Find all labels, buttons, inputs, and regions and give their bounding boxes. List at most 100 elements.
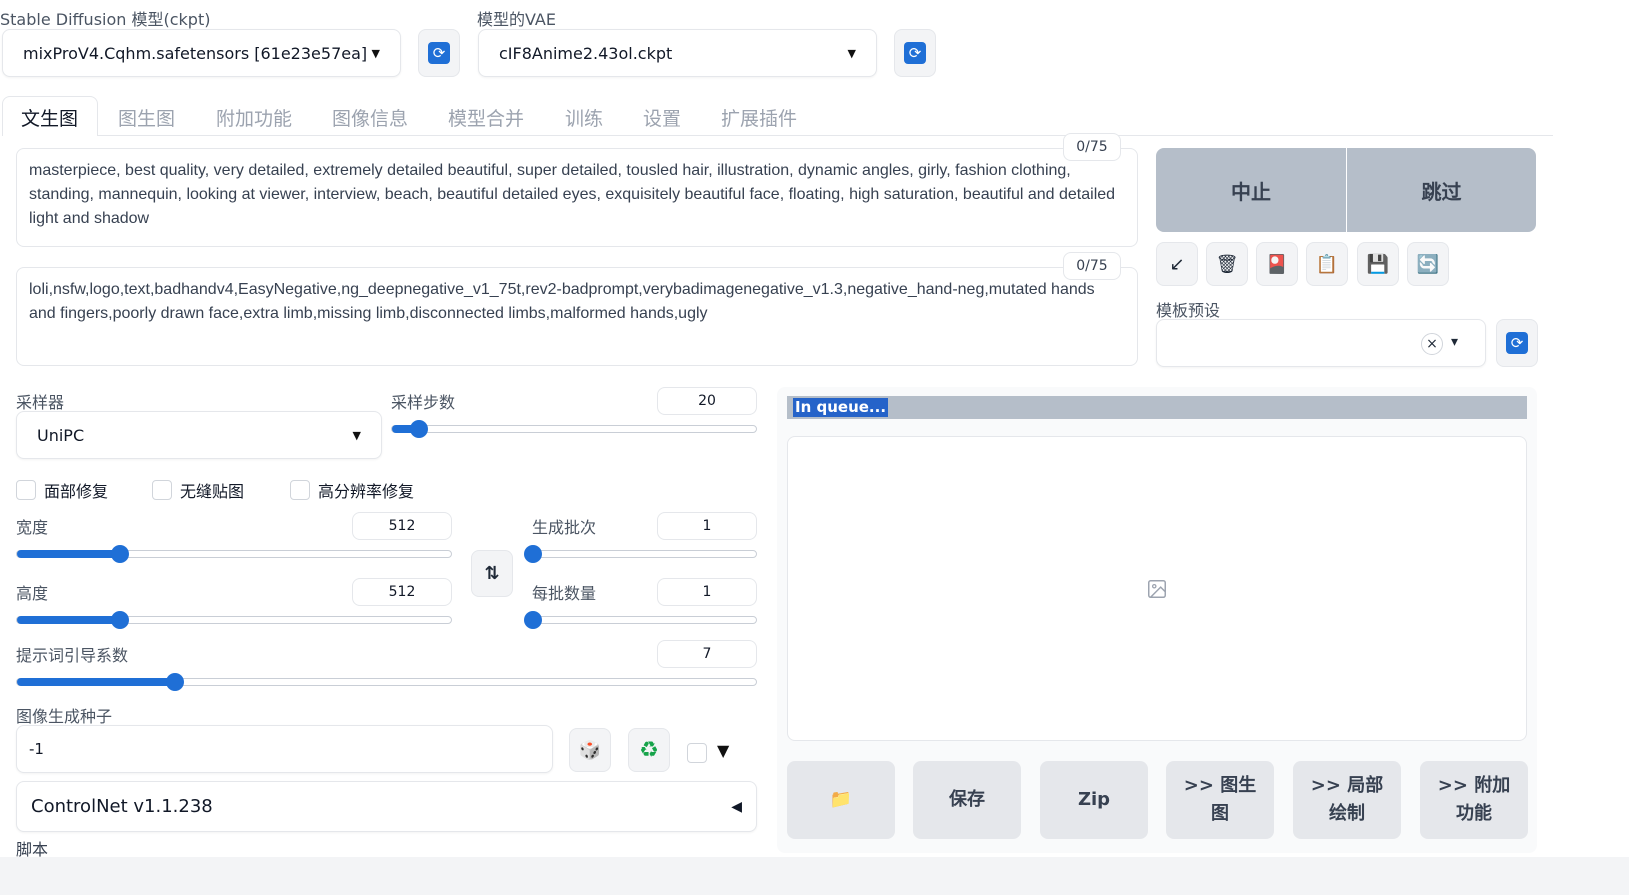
extra-seed-checkbox[interactable] <box>687 743 707 763</box>
tab-extensions[interactable]: 扩展插件 <box>721 104 797 131</box>
send-to-inpaint-button[interactable]: >> 局部绘制 <box>1293 761 1401 839</box>
chevron-down-icon: ▾ <box>1451 334 1459 350</box>
batch-count-label: 生成批次 <box>532 518 597 537</box>
refresh-icon: ⟳ <box>428 42 450 64</box>
checkbox-label: 无缝贴图 <box>180 482 245 501</box>
steps-slider[interactable] <box>391 420 757 438</box>
chevron-down-icon: ▼ <box>371 46 380 60</box>
checkbox[interactable] <box>152 480 172 500</box>
batch-size-slider[interactable] <box>524 611 757 629</box>
sync-button[interactable]: 🔄 <box>1407 242 1449 286</box>
negative-prompt-token-counter: 0/75 <box>1063 252 1121 280</box>
tab-img2img[interactable]: 图生图 <box>118 104 175 131</box>
vae-dropdown[interactable]: cIF8Anime2.43ol.ckpt ▼ <box>478 29 877 77</box>
page-footer-area <box>0 857 1629 895</box>
recycle-icon: ♻ <box>639 737 659 763</box>
save-button[interactable]: 保存 <box>913 761 1021 839</box>
progress-bar: In queue... <box>787 396 1527 419</box>
tab-merge[interactable]: 模型合并 <box>448 104 524 131</box>
read-params-button[interactable]: ↙ <box>1156 242 1198 286</box>
tab-train[interactable]: 训练 <box>565 104 603 131</box>
sync-icon: 🔄 <box>1416 253 1440 275</box>
restore-faces-checkbox[interactable]: 面部修复 <box>16 478 108 502</box>
prompt-input[interactable]: masterpiece, best quality, very detailed… <box>16 148 1138 247</box>
interrupt-button[interactable]: 中止 <box>1156 148 1346 232</box>
cfg-input[interactable]: 7 <box>657 640 757 668</box>
styles-label: 模板预设 <box>1156 301 1221 320</box>
random-seed-button[interactable]: 🎲 <box>569 728 611 772</box>
swap-dimensions-button[interactable]: ⇅ <box>471 550 513 597</box>
save-style-button[interactable]: 💾 <box>1357 242 1399 286</box>
clear-icon[interactable]: × <box>1421 333 1443 355</box>
negative-prompt-input[interactable]: loli,nsfw,logo,text,badhandv4,EasyNegati… <box>16 267 1138 366</box>
checkbox[interactable] <box>16 480 36 500</box>
model-refresh-button[interactable]: ⟳ <box>418 29 460 77</box>
apply-style-button[interactable]: 📋 <box>1306 242 1348 286</box>
tab-extras[interactable]: 附加功能 <box>216 104 292 131</box>
height-input[interactable]: 512 <box>352 578 452 606</box>
cfg-label: 提示词引导系数 <box>16 646 129 665</box>
seed-input[interactable]: -1 <box>16 725 553 773</box>
hires-fix-checkbox[interactable]: 高分辨率修复 <box>290 478 414 502</box>
batch-count-slider[interactable] <box>524 545 757 563</box>
steps-input[interactable]: 20 <box>657 387 757 415</box>
sampler-dropdown[interactable]: UniPC ▼ <box>16 411 382 459</box>
refresh-icon: ⟳ <box>904 42 926 64</box>
vae-label: 模型的VAE <box>477 10 556 29</box>
batch-count-input[interactable]: 1 <box>657 512 757 540</box>
model-label: Stable Diffusion 模型(ckpt) <box>0 10 211 29</box>
output-gallery[interactable] <box>787 436 1527 741</box>
slider-thumb[interactable] <box>524 611 542 629</box>
model-value: mixProV4.Cqhm.safetensors [61e23e57ea] <box>23 43 368 63</box>
width-input[interactable]: 512 <box>352 512 452 540</box>
tiling-checkbox[interactable]: 无缝贴图 <box>152 478 244 502</box>
controlnet-label: ControlNet v1.1.238 <box>31 796 213 817</box>
checkbox-label: 高分辨率修复 <box>318 482 415 501</box>
image-placeholder-icon <box>1148 579 1166 598</box>
batch-size-input[interactable]: 1 <box>657 578 757 606</box>
prompt-token-counter: 0/75 <box>1063 133 1121 161</box>
chevron-down-icon: ▼ <box>847 46 856 60</box>
slider-thumb[interactable] <box>409 420 428 438</box>
height-label: 高度 <box>16 584 49 603</box>
arrow-down-left-icon: ↙ <box>1169 253 1185 275</box>
chevron-down-icon: ▼ <box>352 428 361 442</box>
vae-refresh-button[interactable]: ⟳ <box>894 29 936 77</box>
checkbox-label: 面部修复 <box>44 482 109 501</box>
sampler-value: UniPC <box>37 425 85 445</box>
slider-thumb[interactable] <box>111 545 130 563</box>
width-slider[interactable] <box>16 545 452 563</box>
card-icon: 🎴 <box>1265 253 1289 275</box>
tab-txt2img[interactable]: 文生图 <box>21 104 78 131</box>
extra-seed-toggle-icon[interactable]: ▼ <box>717 741 729 760</box>
clear-prompt-button[interactable]: 🗑 <box>1206 242 1248 286</box>
send-to-extras-button[interactable]: >> 附加功能 <box>1420 761 1528 839</box>
vae-value: cIF8Anime2.43ol.ckpt <box>499 43 673 63</box>
slider-thumb[interactable] <box>111 611 130 629</box>
clipboard-icon: 📋 <box>1315 253 1339 275</box>
slider-thumb[interactable] <box>524 545 542 563</box>
tab-png-info[interactable]: 图像信息 <box>332 104 408 131</box>
styles-refresh-button[interactable]: ⟳ <box>1496 319 1538 367</box>
extra-networks-button[interactable]: 🎴 <box>1256 242 1298 286</box>
controlnet-accordion[interactable]: ControlNet v1.1.238 ◀ <box>16 781 757 832</box>
styles-dropdown[interactable]: × ▾ <box>1156 319 1486 367</box>
queue-status: In queue... <box>793 398 889 417</box>
folder-icon: 📁 <box>829 789 853 810</box>
send-to-img2img-button[interactable]: >> 图生图 <box>1166 761 1274 839</box>
tab-settings[interactable]: 设置 <box>643 104 681 131</box>
height-slider[interactable] <box>16 611 452 629</box>
trash-icon: 🗑 <box>1215 253 1239 275</box>
save-icon: 💾 <box>1366 253 1390 275</box>
model-dropdown[interactable]: mixProV4.Cqhm.safetensors [61e23e57ea] ▼ <box>2 29 401 77</box>
open-folder-button[interactable]: 📁 <box>787 761 895 839</box>
slider-thumb[interactable] <box>166 673 185 691</box>
skip-button[interactable]: 跳过 <box>1347 148 1536 232</box>
reuse-seed-button[interactable]: ♻ <box>628 728 670 772</box>
zip-button[interactable]: Zip <box>1040 761 1148 839</box>
batch-size-label: 每批数量 <box>532 584 597 603</box>
checkbox[interactable] <box>290 480 310 500</box>
cfg-slider[interactable] <box>16 673 757 691</box>
slider-fill <box>17 678 176 686</box>
tab-divider <box>98 135 1553 136</box>
